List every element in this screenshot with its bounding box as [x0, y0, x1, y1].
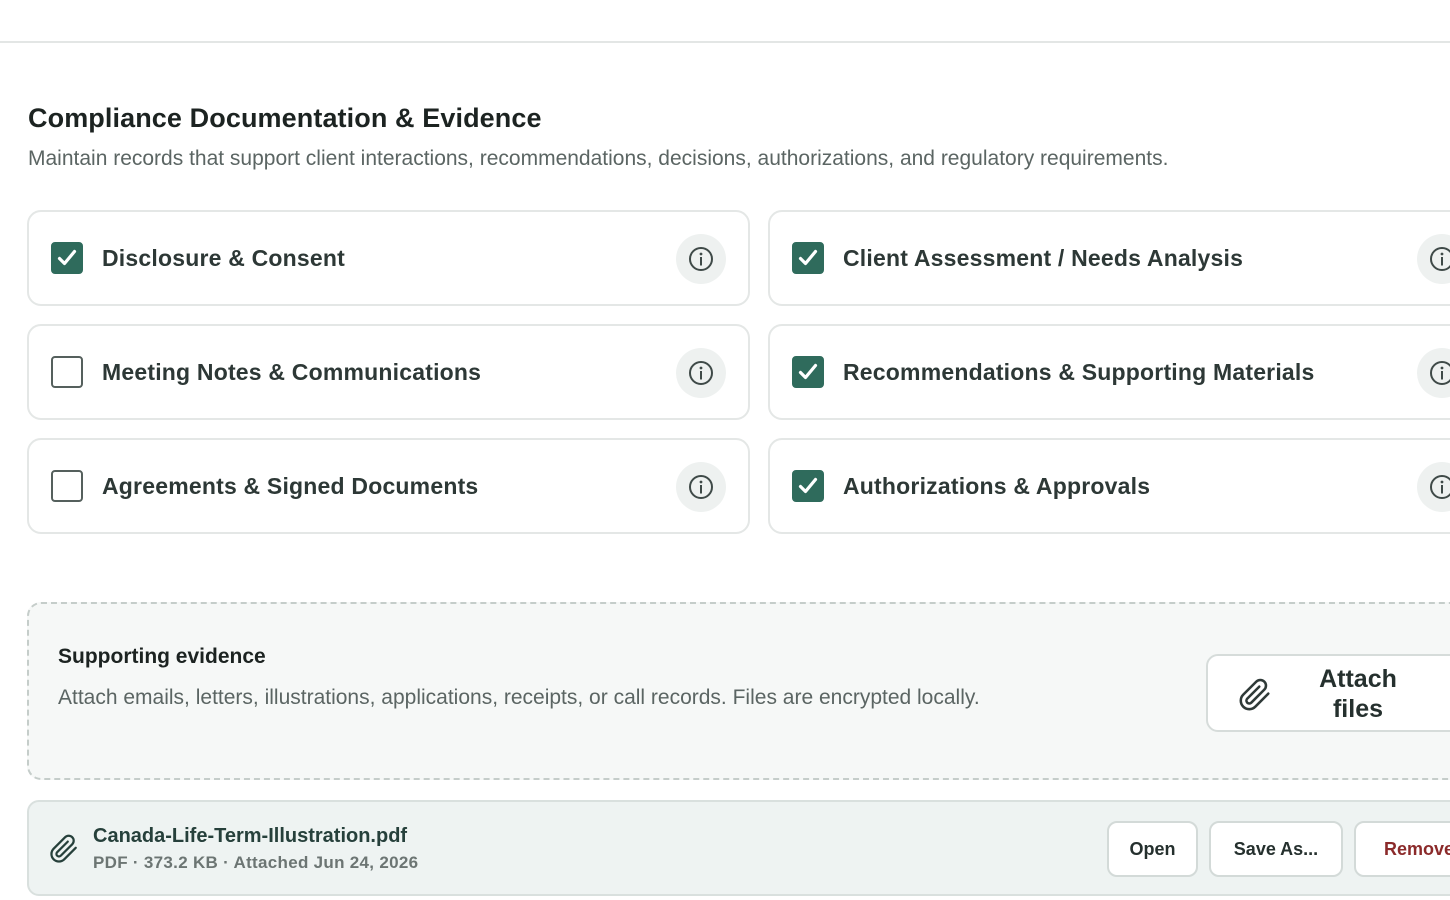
evidence-dropzone[interactable]: Supporting evidence Attach emails, lette…	[27, 602, 1450, 780]
checkbox[interactable]	[792, 242, 824, 274]
paperclip-icon	[50, 834, 77, 863]
info-button[interactable]	[676, 462, 726, 512]
checkmark-icon	[798, 363, 818, 380]
paperclip-icon	[1239, 678, 1270, 711]
checklist-item-authorizations[interactable]: Authorizations & Approvals	[768, 438, 1450, 534]
info-circle-icon	[1430, 361, 1450, 385]
checklist-item-label: Disclosure & Consent	[102, 245, 345, 271]
checkmark-icon	[798, 477, 818, 494]
info-button[interactable]	[676, 348, 726, 398]
attach-files-label: Attach files	[1319, 665, 1397, 723]
top-divider	[0, 41, 1450, 43]
attachment-file-meta: PDF · 373.2 KB · Attached Jun 24, 2026	[93, 853, 419, 872]
checklist-item-meeting-notes[interactable]: Meeting Notes & Communications	[27, 324, 750, 420]
info-button[interactable]	[1417, 234, 1450, 284]
checkbox[interactable]	[51, 242, 83, 274]
info-circle-icon	[689, 361, 713, 385]
attachment-row: Canada-Life-Term-Illustration.pdf PDF · …	[27, 800, 1450, 896]
checklist-item-recommendations[interactable]: Recommendations & Supporting Materials	[768, 324, 1450, 420]
info-button[interactable]	[1417, 348, 1450, 398]
info-circle-icon	[689, 475, 713, 499]
checklist-item-label: Meeting Notes & Communications	[102, 359, 482, 385]
info-circle-icon	[1430, 475, 1450, 499]
attach-files-button[interactable]: Attach files	[1206, 654, 1450, 732]
open-button[interactable]: Open	[1107, 821, 1198, 877]
checklist-item-label: Recommendations & Supporting Materials	[843, 359, 1315, 385]
attachment-file-name: Canada-Life-Term-Illustration.pdf	[93, 825, 408, 847]
info-circle-icon	[689, 247, 713, 271]
section-title: Compliance Documentation & Evidence	[28, 103, 542, 133]
checkmark-icon	[57, 249, 77, 266]
checkbox[interactable]	[792, 470, 824, 502]
section-description: Maintain records that support client int…	[28, 147, 1169, 170]
checkbox[interactable]	[51, 356, 83, 388]
checklist-item-label: Agreements & Signed Documents	[102, 473, 479, 499]
checklist-item-client-assessment[interactable]: Client Assessment / Needs Analysis	[768, 210, 1450, 306]
checkbox[interactable]	[792, 356, 824, 388]
checkmark-icon	[798, 249, 818, 266]
checklist-item-label: Client Assessment / Needs Analysis	[843, 245, 1244, 271]
checklist-item-disclosure-consent[interactable]: Disclosure & Consent	[27, 210, 750, 306]
checkbox[interactable]	[51, 470, 83, 502]
info-button[interactable]	[1417, 462, 1450, 512]
checklist-item-label: Authorizations & Approvals	[843, 473, 1151, 499]
checklist-item-agreements[interactable]: Agreements & Signed Documents	[27, 438, 750, 534]
remove-button[interactable]: Remove	[1354, 821, 1450, 877]
evidence-title: Supporting evidence	[58, 645, 266, 668]
info-circle-icon	[1430, 247, 1450, 271]
evidence-description: Attach emails, letters, illustrations, a…	[58, 686, 980, 709]
info-button[interactable]	[676, 234, 726, 284]
save-as-button[interactable]: Save As...	[1209, 821, 1343, 877]
